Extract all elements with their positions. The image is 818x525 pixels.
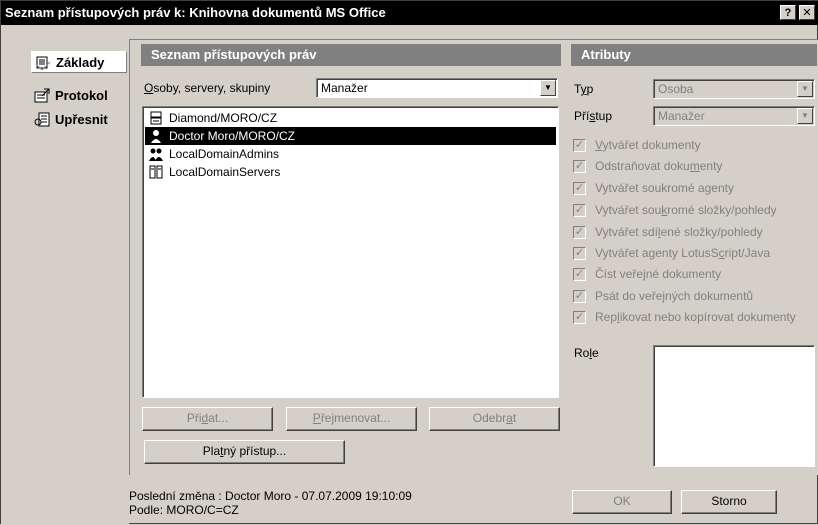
chevron-down-icon[interactable]: ▼ — [797, 81, 813, 97]
access-select[interactable]: Manažer ▼ — [653, 106, 815, 126]
chevron-down-icon[interactable]: ▼ — [797, 108, 813, 124]
type-select[interactable]: Osoba ▼ — [653, 79, 815, 99]
checkbox[interactable]: ✓ — [573, 311, 586, 324]
roles-list[interactable] — [653, 345, 815, 467]
group-icon — [149, 148, 163, 161]
list-item[interactable]: LocalDomainAdmins — [145, 145, 556, 163]
close-button[interactable]: ✕ — [799, 5, 815, 20]
nav-item-advanced[interactable]: Upřesnit — [31, 109, 127, 131]
left-nav: Základy Protokol Upřesnit — [1, 25, 129, 525]
role-label: Role — [574, 346, 599, 360]
list-item[interactable]: Doctor Moro/MORO/CZ — [145, 127, 556, 145]
server-icon — [150, 111, 162, 125]
rename-button[interactable]: Přejmenovat... — [286, 407, 417, 431]
ok-button[interactable]: OK — [572, 490, 672, 514]
last-change-text: Poslední změna : Doctor Moro - 07.07.200… — [129, 489, 412, 503]
checkbox[interactable]: ✓ — [573, 204, 586, 217]
server-group-icon — [149, 165, 163, 179]
type-value: Osoba — [658, 82, 694, 96]
help-button[interactable]: ? — [780, 5, 796, 20]
acl-header: Seznam přístupových práv — [141, 44, 561, 66]
attributes-header: Atributy — [571, 44, 817, 66]
folder-icon — [35, 56, 51, 70]
nav-item-label: Základy — [56, 55, 105, 70]
access-level-filter-select[interactable]: Manažer ▼ — [316, 78, 558, 98]
changed-by-text: Podle: MORO/C=CZ — [129, 503, 239, 517]
advanced-icon — [34, 112, 50, 127]
people-label: Osoby, servery, skupiny — [144, 81, 271, 95]
type-label: Typ — [574, 82, 594, 96]
cancel-button[interactable]: Storno — [681, 490, 777, 514]
effective-access-button[interactable]: Platný přístup... — [144, 440, 345, 464]
close-icon: ✕ — [802, 7, 812, 19]
checkbox[interactable]: ✓ — [573, 247, 586, 260]
acl-entries-list[interactable]: Diamond/MORO/CZ Doctor Moro/MORO/CZ Loca… — [142, 106, 559, 398]
add-button[interactable]: Přidat... — [142, 407, 273, 431]
nav-item-label: Upřesnit — [55, 112, 108, 127]
checkbox[interactable]: ✓ — [573, 139, 586, 152]
checkbox[interactable]: ✓ — [573, 160, 586, 173]
nav-item-label: Protokol — [55, 88, 108, 103]
access-label: Přístup — [574, 109, 613, 123]
remove-button[interactable]: Odebrat — [429, 407, 560, 431]
list-item[interactable]: LocalDomainServers — [145, 163, 556, 181]
checkbox[interactable]: ✓ — [573, 268, 586, 281]
checkbox[interactable]: ✓ — [573, 290, 586, 303]
help-icon: ? — [784, 7, 792, 19]
list-item[interactable]: Diamond/MORO/CZ — [145, 109, 556, 127]
protocol-icon — [34, 88, 50, 103]
person-icon — [151, 130, 161, 143]
chevron-down-icon[interactable]: ▼ — [540, 80, 556, 96]
access-level-filter-value: Manažer — [321, 81, 368, 95]
nav-item-protocol[interactable]: Protokol — [31, 85, 127, 107]
checkbox[interactable]: ✓ — [573, 182, 586, 195]
checkbox[interactable]: ✓ — [573, 226, 586, 239]
acl-dialog: Seznam přístupových práv k: Knihovna dok… — [0, 0, 818, 525]
access-value: Manažer — [658, 109, 705, 123]
title-bar: Seznam přístupových práv k: Knihovna dok… — [1, 1, 818, 25]
nav-item-basics[interactable]: Základy — [31, 51, 127, 73]
dialog-title: Seznam přístupových práv k: Knihovna dok… — [5, 5, 386, 20]
